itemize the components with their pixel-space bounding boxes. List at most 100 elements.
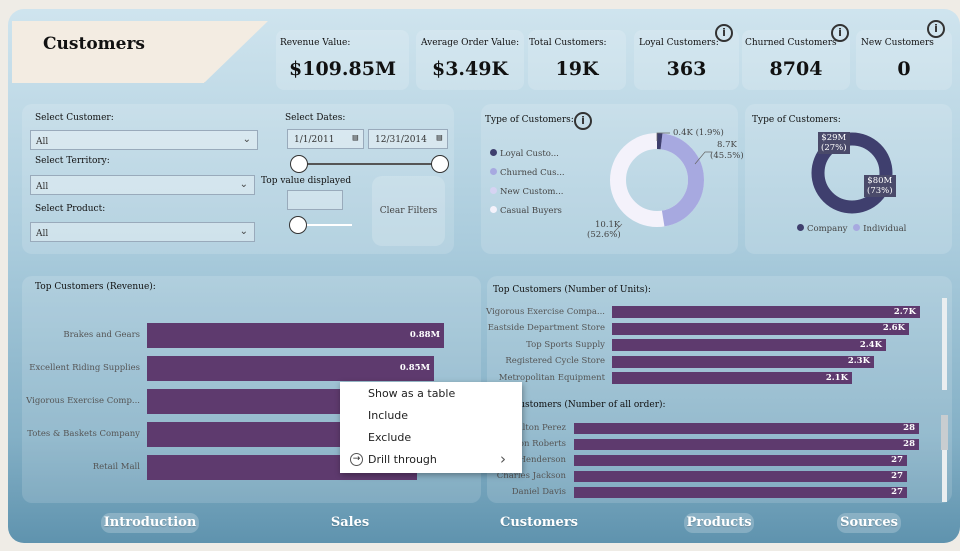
bar-value-label: 0.85M [399,363,430,373]
kpi-total-customers: Total Customers: 19K [528,30,626,90]
segment-value: $80M [867,176,893,186]
legend-item[interactable]: Individual [853,224,906,234]
donut-label-loyal: 0.4K (1.9%) [673,128,724,138]
bar-category-label: Eastside Department Store [487,323,605,333]
kpi-label: Revenue Value: [280,38,351,48]
start-date-input[interactable]: 1/1/2011 ▤ [287,129,364,149]
end-date-value: 12/31/2014 [375,135,427,145]
legend-label: Loyal Custo... [500,149,559,159]
orders-scrollbar-thumb[interactable] [941,415,948,450]
units-chart-title: Top Customers (Number of Units): [493,285,651,295]
chevron-down-icon: ⌄ [239,179,248,190]
dropdown-value: All [36,137,49,147]
dropdown-value: All [36,229,49,239]
legend-dot [490,206,497,213]
bar-category-label: Vigorous Exercise Comp... [26,396,140,406]
bar-value-label: 28 [903,423,915,433]
nav-introduction[interactable]: Introduction [101,513,199,533]
date-slider-track[interactable] [300,163,440,165]
customer-type-legend: Loyal Custo... Churned Cus... New Custom… [490,145,565,221]
end-date-input[interactable]: 12/31/2014 ▤ [368,129,448,149]
select-territory-label: Select Territory: [35,156,110,166]
date-slider-start-handle[interactable] [290,155,308,173]
menu-item-exclude[interactable]: Exclude [368,431,411,444]
info-icon[interactable]: i [927,20,945,38]
segment-label-company: $80M (73%) [864,175,896,197]
calendar-icon[interactable]: ▤ [353,133,358,143]
menu-item-drill-through[interactable]: Drill through [368,453,437,466]
kpi-value: $3.49K [431,58,508,80]
calendar-icon[interactable]: ▤ [437,133,442,143]
bar-value-label: 27 [891,471,903,481]
select-territory-dropdown[interactable]: All ⌄ [30,175,255,195]
bar-value-label: 2.4K [859,339,882,350]
kpi-value: 8704 [769,58,823,80]
bar-value-label: 2.7K [893,306,916,317]
kpi-label: Total Customers: [529,38,607,48]
legend-item[interactable]: New Custom... [490,183,565,202]
donut-label-churned: 8.7K [717,140,737,150]
kpi-value: $109.85M [289,58,396,80]
bar-value-label: 2.3K [847,356,870,366]
bar-value-label: 27 [891,487,903,497]
bar-value-label: 28 [903,439,915,449]
clear-filters-button[interactable]: Clear Filters [372,176,445,246]
legend-label: Casual Buyers [500,206,562,216]
legend-item[interactable]: Company [797,224,847,234]
donut-label-casual-pct: (52.6%) [587,230,621,240]
nav-products[interactable]: Products [684,513,754,533]
info-icon[interactable]: i [574,112,592,130]
date-slider-end-handle[interactable] [431,155,449,173]
nav-sources[interactable]: Sources [837,513,901,533]
segment-pct: (73%) [867,186,893,196]
chevron-down-icon: ⌄ [239,226,248,237]
segment-pct: (27%) [821,143,847,153]
top-value-slider-track[interactable] [300,224,352,226]
dashboard-canvas: Customers Revenue Value: $109.85M Averag… [8,9,960,543]
kpi-new-customers: New Customers 0 [856,30,952,90]
chevron-down-icon: ⌄ [242,134,251,145]
context-menu: Show as a table Include Exclude → Drill … [340,382,522,473]
customer-type-title: Type of Customers: [485,115,574,125]
info-icon[interactable]: i [715,24,733,42]
kpi-value: 19K [555,58,599,80]
legend-label: Individual [863,224,907,234]
page-title: Customers [43,34,145,54]
legend-label: Churned Cus... [500,168,565,178]
kpi-average-order: Average Order Value: $3.49K [416,30,524,90]
bar-value-label: 2.1K [825,372,848,383]
info-icon[interactable]: i [831,24,849,42]
segment-label-individual: $29M (27%) [818,132,850,154]
legend-label: Company [807,224,848,234]
select-product-label: Select Product: [35,204,106,214]
menu-item-show-as-table[interactable]: Show as a table [368,387,455,400]
nav-sales[interactable]: Sales [320,513,380,533]
bar-category-label: Totes & Baskets Company [27,429,140,439]
chevron-right-icon: › [500,450,506,468]
top-value-label: Top value displayed [261,176,352,186]
bar-category-label: Excellent Riding Supplies [29,363,140,373]
legend-dot [490,149,497,156]
legend-item[interactable]: Churned Cus... [490,164,565,183]
nav-customers[interactable]: Customers [494,513,584,533]
legend-dot [490,187,497,194]
bar-category-label: Top Sports Supply [526,339,605,350]
legend-item[interactable]: Casual Buyers [490,202,565,221]
menu-item-include[interactable]: Include [368,409,408,422]
donut-label-casual: 10.1K [595,220,621,230]
donut-label-churned-pct: (45.5%) [710,151,744,161]
legend-label: New Custom... [500,187,564,197]
top-value-slider-handle[interactable] [289,216,307,234]
segment-value: $29M [821,133,847,143]
bar-value-label: 0.88M [409,330,440,340]
dropdown-value: All [36,182,49,192]
bar-value-label: 27 [891,455,903,465]
units-scrollbar[interactable] [942,298,947,390]
bar-category-label: Retail Mall [92,462,140,472]
select-customer-dropdown[interactable]: All ⌄ [30,130,258,150]
select-product-dropdown[interactable]: All ⌄ [30,222,255,242]
legend-item[interactable]: Loyal Custo... [490,145,565,164]
bar-category-label: Vigorous Exercise Compa... [486,306,605,317]
bar-value-label: 2.6K [882,323,905,333]
top-value-input[interactable] [287,190,343,210]
